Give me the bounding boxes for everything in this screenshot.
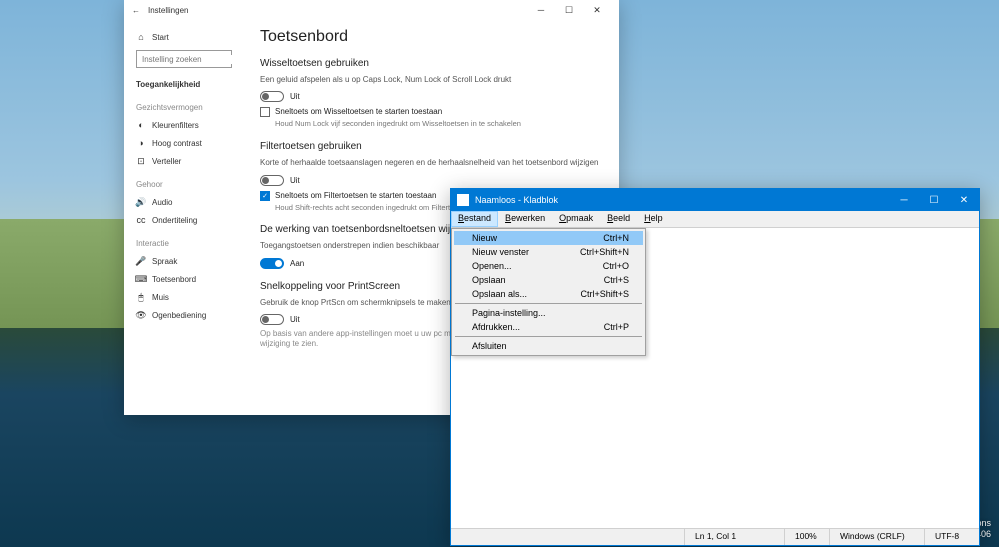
sidebar-item-label: Ondertiteling <box>152 216 197 225</box>
close-button[interactable]: ✕ <box>949 189 979 211</box>
minimize-button[interactable]: ─ <box>527 0 555 20</box>
sidebar-item-label: Hoog contrast <box>152 139 202 148</box>
sidebar-item-label: Audio <box>152 198 172 207</box>
sidebar-item-icon: ◐ <box>136 120 146 130</box>
sidebar-item[interactable]: ◐ Kleurenfilters <box>136 116 232 134</box>
sidebar-group-heading: Gezichtsvermogen <box>136 103 232 112</box>
home-icon: ⌂ <box>136 32 146 42</box>
notepad-window: Naamloos - Kladblok ─ ☐ ✕ BestandBewerke… <box>450 188 980 546</box>
toggle-off-icon <box>260 175 284 186</box>
maximize-button[interactable]: ☐ <box>555 0 583 20</box>
toggle-off-icon <box>260 314 284 325</box>
filter-keys-switch[interactable]: Uit <box>260 175 603 186</box>
menu-item[interactable]: NieuwCtrl+N <box>454 231 643 245</box>
menu-opmaak[interactable]: Opmaak <box>552 211 600 227</box>
close-button[interactable]: ✕ <box>583 0 611 20</box>
file-menu-dropdown: NieuwCtrl+NNieuw vensterCtrl+Shift+NOpen… <box>451 228 646 356</box>
status-encoding: UTF-8 <box>924 529 979 545</box>
sidebar-item-label: Muis <box>152 293 169 302</box>
sidebar-item-label: Verteller <box>152 157 181 166</box>
sidebar-accessibility[interactable]: Toegankelijkheid <box>136 76 232 93</box>
menu-help[interactable]: Help <box>637 211 670 227</box>
notepad-statusbar: Ln 1, Col 1 100% Windows (CRLF) UTF-8 <box>451 528 979 545</box>
sidebar-item-icon: 🎤 <box>136 256 146 266</box>
sidebar-item[interactable]: 👁 Ogenbediening <box>136 306 232 324</box>
sidebar-item-label: Spraak <box>152 257 177 266</box>
notepad-icon <box>457 194 469 206</box>
sidebar-item-icon: cc <box>136 215 146 225</box>
menu-item[interactable]: Pagina-instelling... <box>454 306 643 320</box>
sidebar-item[interactable]: 🔊 Audio <box>136 193 232 211</box>
page-title: Toetsenbord <box>260 28 603 46</box>
sidebar-item-icon: 🖱 <box>136 292 146 302</box>
menu-item[interactable]: Afsluiten <box>454 339 643 353</box>
sidebar-item-icon: 👁 <box>136 310 146 320</box>
menu-item[interactable]: Afdrukken...Ctrl+P <box>454 320 643 334</box>
settings-sidebar: ⌂ Start 🔍 Toegankelijkheid Gezichtsvermo… <box>124 20 244 415</box>
sidebar-item[interactable]: ⌨ Toetsenbord <box>136 270 232 288</box>
settings-titlebar[interactable]: ← Instellingen ─ ☐ ✕ <box>124 0 619 20</box>
sidebar-item[interactable]: 🎤 Spraak <box>136 252 232 270</box>
sidebar-item-label: Ogenbediening <box>152 311 206 320</box>
sidebar-item[interactable]: 🖱 Muis <box>136 288 232 306</box>
maximize-button[interactable]: ☐ <box>919 189 949 211</box>
back-icon[interactable]: ← <box>132 6 140 15</box>
menu-item[interactable]: Openen...Ctrl+O <box>454 259 643 273</box>
sidebar-item-label: Toetsenbord <box>152 275 196 284</box>
checkbox-togglekeys-shortcut[interactable]: Sneltoets om Wisseltoetsen te starten to… <box>260 107 603 117</box>
notepad-menubar: BestandBewerkenOpmaakBeeldHelp <box>451 211 979 228</box>
sidebar-item[interactable]: cc Ondertiteling <box>136 211 232 229</box>
section-heading: Wisseltoetsen gebruiken <box>260 58 603 69</box>
minimize-button[interactable]: ─ <box>889 189 919 211</box>
toggle-on-icon <box>260 258 284 269</box>
settings-search[interactable]: 🔍 <box>136 50 232 68</box>
checkbox-unchecked-icon <box>260 107 270 117</box>
notepad-title: Naamloos - Kladblok <box>475 195 889 205</box>
sidebar-item-icon: ⌨ <box>136 274 146 284</box>
status-eol: Windows (CRLF) <box>829 529 924 545</box>
toggle-keys-switch[interactable]: Uit <box>260 91 603 102</box>
menu-beeld[interactable]: Beeld <box>600 211 637 227</box>
search-input[interactable] <box>142 55 244 64</box>
sidebar-group-heading: Interactie <box>136 239 232 248</box>
menu-bewerken[interactable]: Bewerken <box>498 211 552 227</box>
sidebar-item-icon: ⊡ <box>136 156 146 166</box>
sidebar-item[interactable]: ◑ Hoog contrast <box>136 134 232 152</box>
menu-separator <box>455 336 642 337</box>
menu-separator <box>455 303 642 304</box>
sidebar-item[interactable]: ⊡ Verteller <box>136 152 232 170</box>
checkbox-checked-icon: ✓ <box>260 191 270 201</box>
menu-item[interactable]: Nieuw vensterCtrl+Shift+N <box>454 245 643 259</box>
sidebar-item-icon: ◑ <box>136 138 146 148</box>
sidebar-item-label: Kleurenfilters <box>152 121 199 130</box>
section-heading: Filtertoetsen gebruiken <box>260 141 603 152</box>
sidebar-group-heading: Gehoor <box>136 180 232 189</box>
status-position: Ln 1, Col 1 <box>684 529 784 545</box>
toggle-off-icon <box>260 91 284 102</box>
menu-bestand[interactable]: Bestand <box>451 211 498 227</box>
notepad-titlebar[interactable]: Naamloos - Kladblok ─ ☐ ✕ <box>451 189 979 211</box>
menu-item[interactable]: OpslaanCtrl+S <box>454 273 643 287</box>
status-zoom: 100% <box>784 529 829 545</box>
sidebar-home[interactable]: ⌂ Start <box>136 28 232 46</box>
sidebar-item-icon: 🔊 <box>136 197 146 207</box>
settings-title: Instellingen <box>148 6 527 15</box>
menu-item[interactable]: Opslaan als...Ctrl+Shift+S <box>454 287 643 301</box>
